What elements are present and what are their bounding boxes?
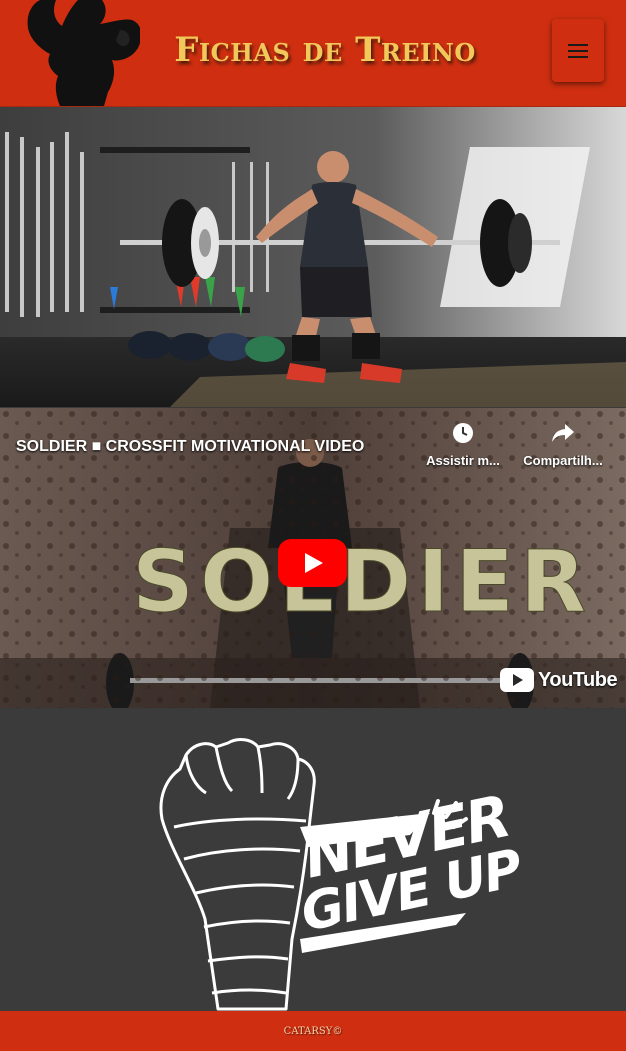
play-button[interactable] [278, 539, 347, 587]
video-title[interactable]: SOLDIER ■ CROSSFIT MOTIVATIONAL VIDEO [16, 438, 364, 456]
watch-later-label: Assistir m... [426, 453, 500, 468]
youtube-video-embed[interactable]: SOLDIER SOLDIER ■ CROSSFIT MOTIVATIONAL … [0, 408, 626, 708]
youtube-logo-text: YouTube [538, 668, 618, 691]
share-button[interactable]: Compartilh... [518, 422, 608, 468]
share-arrow-icon [552, 424, 574, 442]
youtube-logo-icon [500, 668, 534, 692]
bodybuilder-silhouette-icon[interactable] [20, 0, 142, 106]
site-header: Fichas de Treino [0, 0, 626, 107]
watch-later-button[interactable]: Assistir m... [418, 422, 508, 468]
footer-copyright: CATARSY© [283, 1025, 343, 1037]
svg-text:SOLDIER: SOLDIER [132, 532, 592, 632]
youtube-logo[interactable]: YouTube [500, 668, 618, 692]
site-title: Fichas de Treino [174, 30, 476, 70]
menu-button[interactable] [552, 19, 604, 82]
share-label: Compartilh... [523, 453, 603, 468]
hamburger-menu-icon [568, 43, 588, 58]
youtube-play-icon [278, 539, 347, 587]
site-footer: CATARSY© [0, 1011, 626, 1051]
hero-crossfit-photo [0, 107, 626, 407]
clock-icon [453, 423, 473, 443]
never-give-up-poster: NEVER GIVE UP [0, 709, 626, 1011]
